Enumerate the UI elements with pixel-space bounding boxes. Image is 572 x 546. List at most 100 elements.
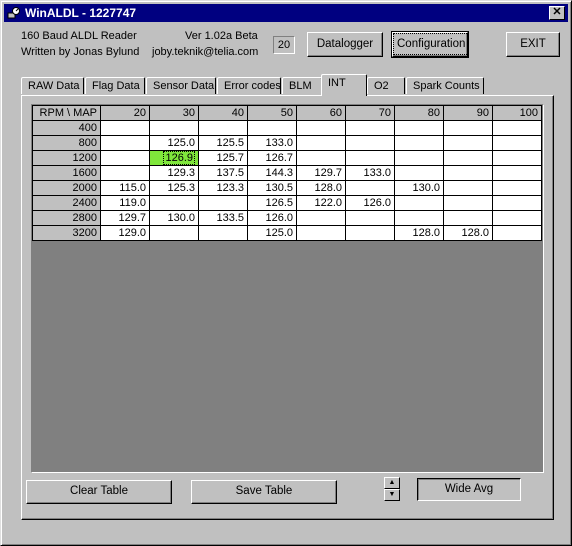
table-row: 2000 115.0 125.3 123.3 130.5 128.0 130.0 (32, 180, 542, 196)
int-table-grid[interactable]: RPM \ MAP 20 30 40 50 60 70 80 90 100 400 800 125.0 1… (31, 104, 544, 473)
wide-avg-toggle[interactable]: Wide Avg (417, 478, 521, 501)
table-cell[interactable]: 144.3 (247, 165, 297, 181)
save-table-button[interactable]: Save Table (191, 480, 337, 504)
table-cell[interactable] (100, 135, 150, 151)
tab-sensor-data[interactable]: Sensor Data (146, 77, 216, 94)
table-cell[interactable]: 133.0 (247, 135, 297, 151)
table-cell[interactable] (492, 210, 542, 226)
table-cell[interactable]: 128.0 (443, 225, 493, 241)
table-cell[interactable] (394, 210, 444, 226)
table-cell[interactable] (345, 120, 395, 136)
table-cell[interactable]: 130.5 (247, 180, 297, 196)
table-cell[interactable]: 126.5 (247, 195, 297, 211)
table-cell[interactable] (443, 210, 493, 226)
table-cell[interactable]: 133.5 (198, 210, 248, 226)
tab-label: Sensor Data (153, 80, 215, 92)
table-cell[interactable]: 122.0 (296, 195, 346, 211)
close-button[interactable]: ✕ (549, 6, 565, 20)
configuration-button[interactable]: Configuration (391, 31, 470, 58)
tab-int[interactable]: INT (321, 74, 367, 96)
table-cell[interactable] (394, 135, 444, 151)
tab-error-codes[interactable]: Error codes (217, 77, 281, 94)
clear-table-button[interactable]: Clear Table (26, 480, 172, 504)
table-cell[interactable]: 126.0 (247, 210, 297, 226)
datalogger-button[interactable]: Datalogger (307, 32, 383, 57)
table-cell[interactable] (394, 195, 444, 211)
table-cell[interactable]: 126.0 (345, 195, 395, 211)
tab-flag-data[interactable]: Flag Data (85, 77, 145, 94)
table-cell[interactable]: 129.0 (100, 225, 150, 241)
exit-button[interactable]: EXIT (506, 32, 560, 57)
sample-count-value: 20 (277, 39, 291, 51)
table-cell[interactable] (394, 150, 444, 166)
table-cell[interactable] (100, 120, 150, 136)
table-cell[interactable] (492, 225, 542, 241)
tab-spark-counts[interactable]: Spark Counts (406, 77, 484, 94)
table-cell[interactable] (443, 195, 493, 211)
table-cell[interactable] (345, 210, 395, 226)
map-column-header: 100 (492, 105, 542, 121)
table-cell[interactable]: 126.7 (247, 150, 297, 166)
table-cell[interactable]: 128.0 (296, 180, 346, 196)
table-cell[interactable] (149, 120, 199, 136)
table-cell[interactable] (345, 135, 395, 151)
table-cell[interactable] (492, 165, 542, 181)
table-cell[interactable]: 133.0 (345, 165, 395, 181)
table-cell[interactable] (345, 180, 395, 196)
table-cell[interactable] (443, 180, 493, 196)
table-cell[interactable] (296, 120, 346, 136)
table-cell[interactable]: 126.9 (149, 150, 199, 166)
table-cell[interactable] (443, 135, 493, 151)
table-cell[interactable] (443, 120, 493, 136)
table-cell[interactable] (296, 210, 346, 226)
table-cell[interactable] (492, 195, 542, 211)
table-cell[interactable] (198, 225, 248, 241)
table-cell[interactable]: 125.7 (198, 150, 248, 166)
table-cell[interactable]: 129.7 (296, 165, 346, 181)
table-cell[interactable]: 115.0 (100, 180, 150, 196)
table-cell[interactable]: 125.0 (149, 135, 199, 151)
table-cell[interactable]: 119.0 (100, 195, 150, 211)
table-cell[interactable] (394, 120, 444, 136)
table-cell[interactable]: 130.0 (394, 180, 444, 196)
table-cell[interactable] (149, 195, 199, 211)
table-cell[interactable] (247, 120, 297, 136)
table-cell[interactable] (345, 225, 395, 241)
table-cell[interactable] (198, 195, 248, 211)
table-cell[interactable]: 125.5 (198, 135, 248, 151)
table-cell[interactable] (492, 120, 542, 136)
table-cell[interactable] (394, 165, 444, 181)
tab-label: Spark Counts (413, 80, 480, 92)
table-cell[interactable] (345, 150, 395, 166)
spin-down-button[interactable]: ▼ (384, 489, 400, 501)
table-cell[interactable] (100, 150, 150, 166)
table-cell[interactable] (492, 180, 542, 196)
table-cell[interactable] (100, 165, 150, 181)
rpm-row-header: 2400 (32, 195, 101, 211)
table-cell[interactable]: 123.3 (198, 180, 248, 196)
table-cell[interactable]: 125.3 (149, 180, 199, 196)
table-cell[interactable] (149, 225, 199, 241)
table-cell[interactable] (443, 150, 493, 166)
tab-o2[interactable]: O2 (367, 77, 405, 94)
table-cell[interactable]: 129.7 (100, 210, 150, 226)
table-cell[interactable]: 125.0 (247, 225, 297, 241)
table-cell[interactable] (492, 150, 542, 166)
table-cell[interactable] (443, 165, 493, 181)
table-cell[interactable] (296, 150, 346, 166)
table-cell[interactable]: 129.3 (149, 165, 199, 181)
table-cell[interactable] (296, 225, 346, 241)
map-column-header: 90 (443, 105, 493, 121)
tab-blm[interactable]: BLM (282, 77, 322, 94)
title-bar[interactable]: WinALDL - 1227747 ✕ (4, 4, 568, 22)
table-cell[interactable] (198, 120, 248, 136)
table-cell[interactable]: 130.0 (149, 210, 199, 226)
table-cell[interactable] (296, 135, 346, 151)
table-cell[interactable] (492, 135, 542, 151)
table-cell[interactable]: 137.5 (198, 165, 248, 181)
tab-raw-data[interactable]: RAW Data (21, 77, 84, 94)
spin-up-button[interactable]: ▲ (384, 477, 400, 489)
table-cell[interactable]: 128.0 (394, 225, 444, 241)
map-column-header: 40 (198, 105, 248, 121)
table-row: 800 125.0 125.5 133.0 (32, 135, 542, 151)
